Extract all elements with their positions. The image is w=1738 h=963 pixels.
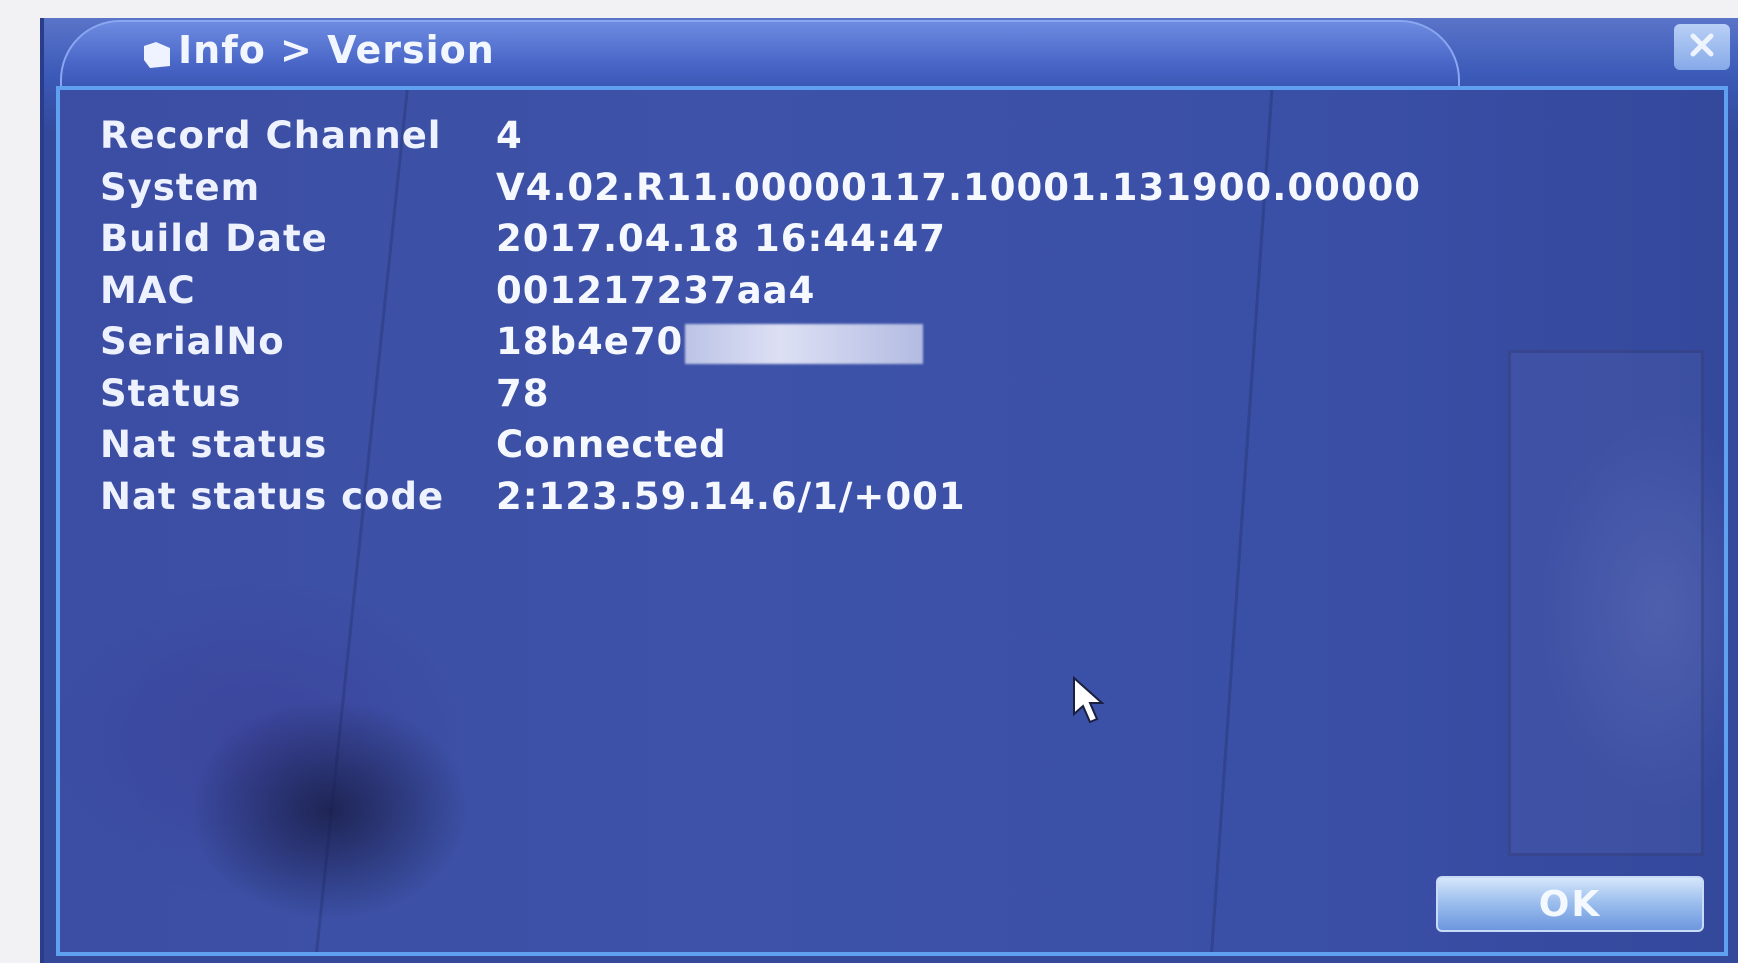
status-label: Status	[100, 371, 242, 415]
mac-value: 001217237aa4	[496, 268, 816, 312]
dialog-title-text: Info > Version	[178, 28, 495, 72]
info-panel: Record Channel 4 System V4.02.R11.000001…	[56, 86, 1728, 956]
info-row-system: System V4.02.R11.00000117.10001.131900.0…	[100, 162, 1421, 214]
info-row-record-channel: Record Channel 4	[100, 110, 1421, 162]
close-button[interactable]	[1674, 24, 1730, 70]
build-date-label: Build Date	[100, 217, 328, 261]
info-row-nat-status: Nat status Connected	[100, 419, 1421, 471]
serial-value-wrap: 18b4e70	[496, 320, 924, 364]
screen: Info > Version Record Channel 4 System V…	[0, 0, 1738, 963]
mouse-pointer-icon	[1070, 675, 1110, 726]
mac-label: MAC	[100, 268, 196, 312]
dialog-title: Info > Version	[140, 26, 495, 74]
serial-redaction	[685, 323, 924, 364]
nat-status-code-label: Nat status code	[100, 474, 445, 518]
nat-status-value: Connected	[496, 423, 727, 467]
system-label: System	[100, 165, 261, 209]
info-row-status: Status 78	[100, 368, 1421, 420]
nat-status-code-value: 2:123.59.14.6/1/+001	[496, 474, 966, 518]
info-row-serial: SerialNo 18b4e70	[100, 316, 1421, 368]
status-value: 78	[496, 371, 550, 415]
info-row-build-date: Build Date 2017.04.18 16:44:47	[100, 213, 1421, 265]
ok-button[interactable]: OK	[1436, 876, 1704, 932]
info-row-nat-status-code: Nat status code 2:123.59.14.6/1/+001	[100, 471, 1421, 523]
serial-label: SerialNo	[100, 320, 285, 364]
nat-status-label: Nat status	[100, 423, 328, 467]
build-date-value: 2017.04.18 16:44:47	[496, 217, 947, 261]
system-value: V4.02.R11.00000117.10001.131900.00000	[496, 165, 1422, 209]
record-channel-label: Record Channel	[100, 114, 442, 158]
record-channel-value: 4	[496, 114, 523, 158]
info-row-mac: MAC 001217237aa4	[100, 265, 1421, 317]
background-poster	[1508, 350, 1704, 856]
version-info-table: Record Channel 4 System V4.02.R11.000001…	[100, 110, 1421, 522]
info-icon	[140, 35, 174, 68]
close-icon	[1687, 31, 1717, 63]
serial-value: 18b4e70	[496, 320, 684, 363]
